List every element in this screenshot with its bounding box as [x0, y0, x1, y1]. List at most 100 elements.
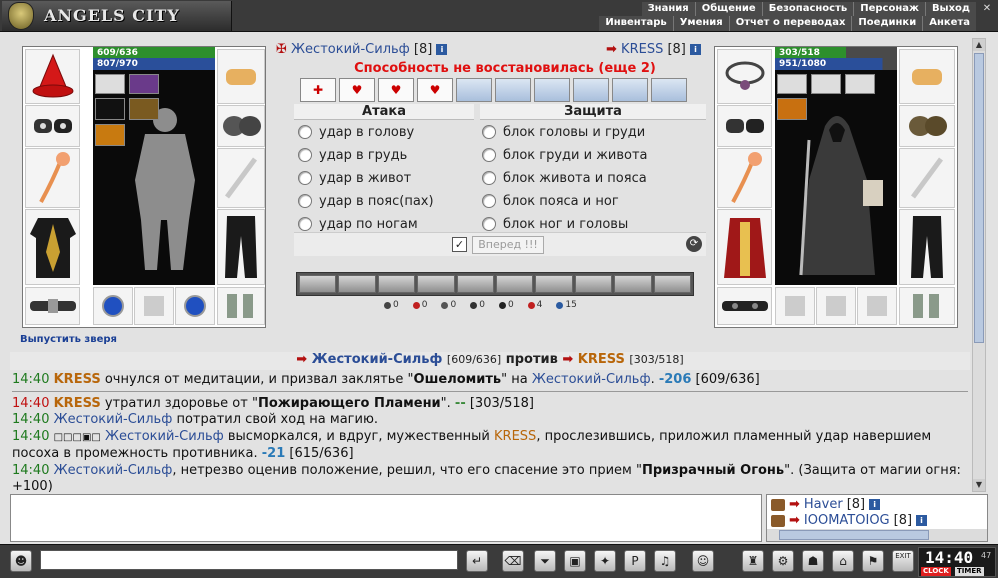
block-legs-head-option[interactable]: блок ног и головы	[482, 215, 628, 233]
scroll-thumb[interactable]	[974, 53, 984, 343]
online-user[interactable]: ➡ IOOMATOIOG [8] i	[771, 513, 928, 528]
trick-slot[interactable]	[299, 275, 337, 293]
buff-orb-icon[interactable]	[129, 74, 159, 94]
user-info-icon[interactable]: i	[916, 515, 928, 526]
vs-right-name[interactable]: KRESS	[578, 352, 625, 367]
buff-fire-icon[interactable]	[95, 98, 125, 120]
menu-skills[interactable]: Умения	[672, 16, 729, 31]
flag-icon[interactable]: ⚑	[862, 550, 884, 572]
block-head-chest-option[interactable]: блок головы и груди	[482, 123, 645, 141]
user-info-icon[interactable]: i	[869, 499, 881, 510]
trick-slot[interactable]	[653, 275, 692, 293]
send-icon[interactable]: ↵	[466, 550, 488, 572]
earrings-slot[interactable]	[217, 49, 265, 104]
attack-groin-option[interactable]: удар в пояс(пах)	[298, 192, 434, 210]
mask-icon[interactable]: ☗	[802, 550, 824, 572]
filter-icon[interactable]: ⏷	[534, 550, 556, 572]
vs-left-name[interactable]: Жестокий-Сильф	[312, 352, 443, 367]
trick-slot[interactable]	[496, 275, 534, 293]
buff-sword-icon[interactable]	[777, 74, 807, 94]
shield-slot[interactable]	[217, 148, 265, 208]
attack-head-option[interactable]: удар в голову	[298, 123, 414, 141]
forward-button[interactable]: Вперед !!!	[472, 236, 544, 254]
gloves-slot[interactable]	[899, 105, 955, 147]
attack-chest-option[interactable]: удар в грудь	[298, 146, 407, 164]
trick-slot[interactable]	[535, 275, 573, 293]
menu-character[interactable]: Персонаж	[853, 2, 925, 17]
boots-slot[interactable]	[217, 287, 265, 325]
buff-hammer-icon[interactable]	[811, 74, 841, 94]
scroll-ability-icon[interactable]	[495, 78, 531, 102]
menu-inventory[interactable]: Инвентарь	[599, 16, 673, 31]
eraser-icon[interactable]: ⌫	[502, 550, 524, 572]
main-scrollbar[interactable]: ▲ ▼	[972, 38, 986, 492]
trick-slot[interactable]	[614, 275, 652, 293]
save-icon[interactable]: ▣	[564, 550, 586, 572]
ring-slot-1[interactable]	[93, 287, 133, 325]
block-belt-legs-option[interactable]: блок пояса и ног	[482, 192, 619, 210]
trick-slot[interactable]	[574, 275, 613, 293]
attack-legs-option[interactable]: удар по ногам	[298, 215, 418, 233]
lock-icon[interactable]: ⌂	[832, 550, 854, 572]
release-beast-link[interactable]: Выпустить зверя	[20, 334, 117, 345]
menu-knowledge[interactable]: Знания	[641, 2, 695, 17]
menu-exit[interactable]: Выход	[924, 2, 976, 17]
ring-slot-3[interactable]	[857, 287, 897, 325]
scroll-ability-icon[interactable]	[573, 78, 609, 102]
smile-icon[interactable]: ☺	[692, 550, 714, 572]
block-stomach-belt-option[interactable]: блок живота и пояса	[482, 169, 647, 187]
scroll-ability-icon[interactable]	[456, 78, 492, 102]
earrings-slot[interactable]	[899, 49, 955, 104]
trick-slot[interactable]	[417, 275, 455, 293]
menu-security[interactable]: Безопасность	[761, 2, 854, 17]
buff-cross-icon[interactable]	[845, 74, 875, 94]
chat-messages[interactable]	[10, 494, 762, 542]
weapon-slot[interactable]	[717, 148, 772, 208]
chat-input[interactable]	[40, 550, 458, 570]
armor-slot[interactable]	[717, 209, 772, 285]
scroll-down-icon[interactable]: ▼	[973, 479, 985, 491]
scroll-ability-icon[interactable]	[651, 78, 687, 102]
buff-rune-icon[interactable]	[129, 98, 159, 120]
trick-slot[interactable]	[338, 275, 376, 293]
exit-icon[interactable]: EXIT	[892, 550, 914, 572]
block-chest-stomach-option[interactable]: блок груди и живота	[482, 146, 648, 164]
chat-head-icon[interactable]: ☻	[10, 550, 32, 572]
ring-slot-2[interactable]	[816, 287, 856, 325]
pants-slot[interactable]	[899, 209, 955, 285]
heart-ability-icon[interactable]: ♥	[378, 78, 414, 102]
buff-fire-icon[interactable]	[777, 98, 807, 120]
refresh-icon[interactable]: ⟳	[686, 236, 702, 252]
auto-checkbox[interactable]: ✓	[452, 237, 467, 252]
trick-slot[interactable]	[377, 275, 416, 293]
buff-shield-icon[interactable]	[95, 124, 125, 146]
scroll-ability-icon[interactable]	[534, 78, 570, 102]
close-icon[interactable]: ✕	[980, 3, 994, 15]
ring-slot-1[interactable]	[775, 287, 815, 325]
opponent-info-icon[interactable]: i	[690, 44, 702, 55]
emote-icon[interactable]: ✦	[594, 550, 616, 572]
trick-slot[interactable]	[456, 275, 495, 293]
bracers-slot[interactable]	[25, 105, 80, 147]
gloves-slot[interactable]	[217, 105, 265, 147]
belt-slot[interactable]	[25, 287, 80, 325]
ring-slot-2[interactable]	[134, 287, 174, 325]
private-icon[interactable]: P	[624, 550, 646, 572]
scroll-up-icon[interactable]: ▲	[973, 39, 985, 51]
music-icon[interactable]: ♫	[654, 550, 676, 572]
online-hscroll[interactable]	[767, 529, 987, 541]
heal-ability-icon[interactable]: ✚	[300, 78, 336, 102]
online-user[interactable]: ➡ Haver [8] i	[771, 497, 881, 512]
belt-slot[interactable]	[717, 287, 772, 325]
menu-transfer-report[interactable]: Отчет о переводах	[728, 16, 852, 31]
attack-stomach-option[interactable]: удар в живот	[298, 169, 411, 187]
boots-slot[interactable]	[899, 287, 955, 325]
bag-icon[interactable]: ♜	[742, 550, 764, 572]
amulet-slot[interactable]	[717, 49, 772, 104]
player-name[interactable]: Жестокий-Сильф	[291, 42, 410, 57]
player-info-icon[interactable]: i	[436, 44, 448, 55]
heart-ability-icon[interactable]: ♥	[339, 78, 375, 102]
bracers-slot[interactable]	[717, 105, 772, 147]
opponent-name[interactable]: KRESS	[621, 42, 663, 57]
menu-communication[interactable]: Общение	[694, 2, 762, 17]
